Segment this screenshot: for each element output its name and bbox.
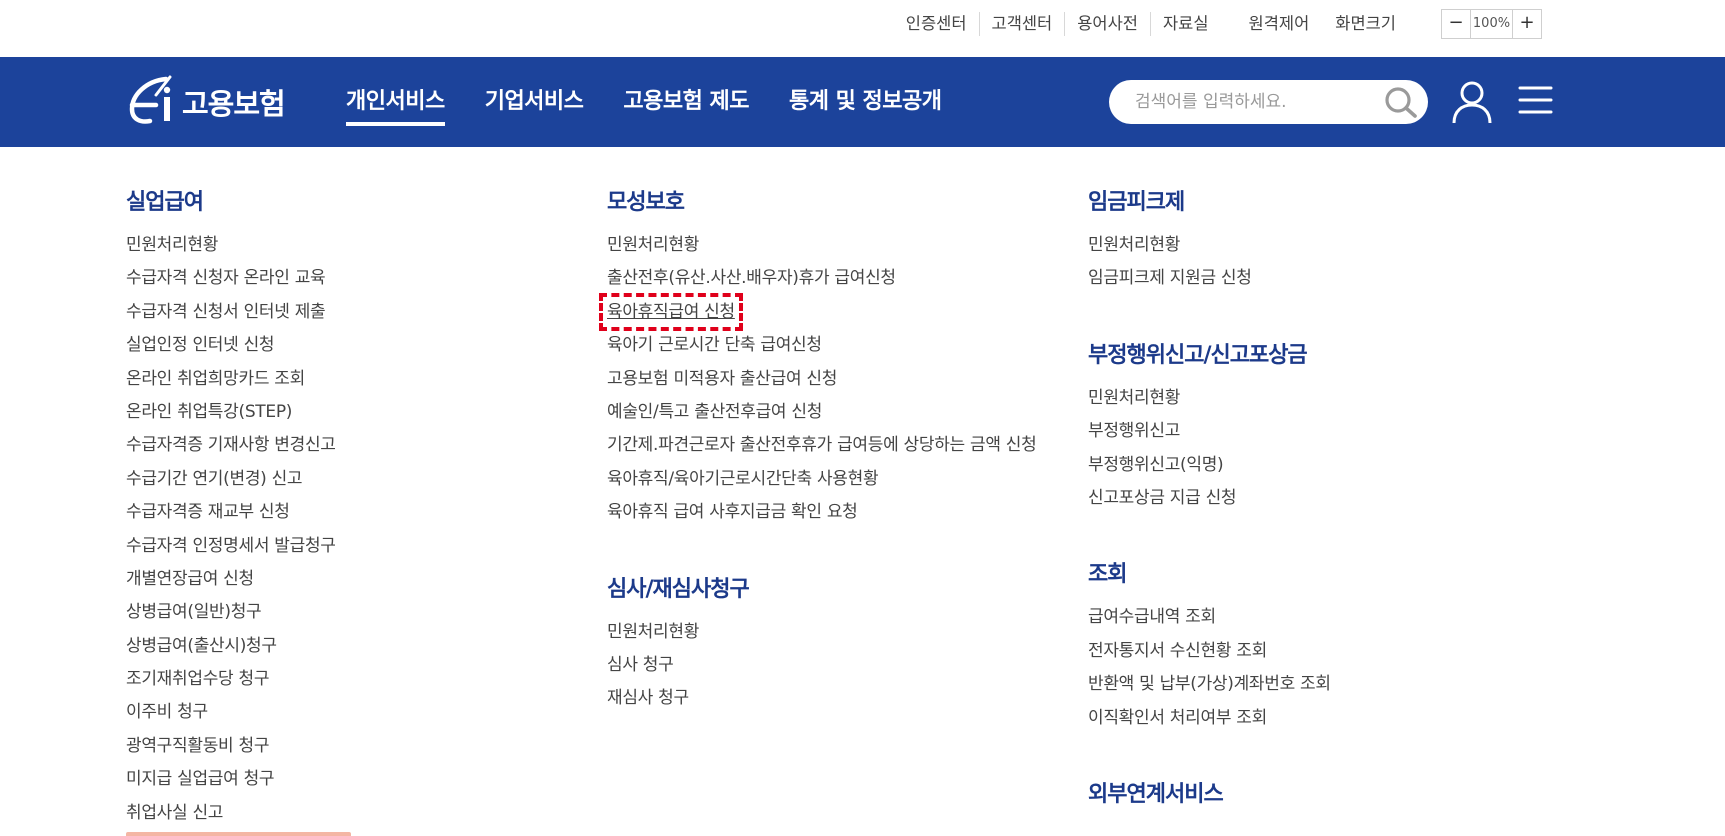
section-title[interactable]: 외부연계서비스 (1088, 777, 1331, 813)
menu-link[interactable]: 온라인 취업희망카드 조회 (126, 363, 336, 396)
logo-text: 고용보험 (182, 87, 286, 121)
menu-link[interactable]: 이직확인서 처리여부 조회 (1088, 702, 1331, 735)
menu-link[interactable]: 수급자격 신청서 인터넷 제출 (126, 296, 336, 329)
zoom-out-button[interactable]: − (1442, 10, 1470, 38)
menu-link[interactable]: 민원처리현황 (607, 616, 1036, 649)
section-fraud-report: 부정행위신고/신고포상금 민원처리현황 부정행위신고 부정행위신고(익명) 신고… (1088, 338, 1331, 516)
section-unemployment-benefits: 실업급여 민원처리현황 수급자격 신청자 온라인 교육 수급자격 신청서 인터넷… (126, 185, 336, 830)
section-maternity-protection: 모성보호 민원처리현황 출산전후(유산.사산.배우자)휴가 급여신청 육아휴직급… (599, 185, 1037, 530)
section-list: 민원처리현황 출산전후(유산.사산.배우자)휴가 급여신청 육아휴직급여 신청 … (599, 229, 1037, 530)
section-list: 민원처리현황 심사 청구 재심사 청구 (607, 616, 1036, 716)
menu-link[interactable]: 수급자격증 재교부 신청 (126, 496, 336, 529)
menu-link[interactable]: 전자통지서 수신현황 조회 (1088, 635, 1331, 668)
menu-link[interactable]: 심사 청구 (607, 649, 1036, 682)
section-list: 민원처리현황 임금피크제 지원금 신청 (1088, 229, 1331, 296)
section-title[interactable]: 실업급여 (126, 185, 336, 221)
menu-link[interactable]: 임금피크제 지원금 신청 (1088, 262, 1331, 295)
section-external-services: 외부연계서비스 (1088, 777, 1331, 813)
menu-link[interactable]: 예술인/특고 출산전후급여 신청 (607, 396, 1036, 429)
menu-link[interactable]: 출산전후(유산.사산.배우자)휴가 급여신청 (607, 262, 1036, 295)
menu-link[interactable]: 민원처리현황 (126, 229, 336, 262)
search-box (1109, 80, 1428, 124)
menu-link[interactable]: 실업인정 인터넷 신청 (126, 329, 336, 362)
menu-link[interactable]: 부정행위신고(익명) (1088, 449, 1331, 482)
util-link-remote-control[interactable]: 원격제어 (1237, 10, 1322, 38)
section-list: 민원처리현황 수급자격 신청자 온라인 교육 수급자격 신청서 인터넷 제출 실… (126, 229, 336, 830)
search-icon[interactable] (1384, 86, 1418, 118)
section-wage-peak: 임금피크제 민원처리현황 임금피크제 지원금 신청 (1088, 185, 1331, 296)
zoom-value: 100% (1470, 10, 1513, 38)
menu-link[interactable]: 개별연장급여 신청 (126, 563, 336, 596)
main-header: 고용보험 개인서비스 기업서비스 고용보험 제도 통계 및 정보공개 (0, 57, 1725, 147)
menu-link[interactable]: 광역구직활동비 청구 (126, 730, 336, 763)
menu-link[interactable]: 반환액 및 납부(가상)계좌번호 조회 (1088, 668, 1331, 701)
menu-link[interactable]: 상병급여(출산시)청구 (126, 630, 336, 663)
section-appeal-request: 심사/재심사청구 민원처리현황 심사 청구 재심사 청구 (607, 572, 1036, 716)
section-inquiry: 조회 급여수급내역 조회 전자통지서 수신현황 조회 반환액 및 납부(가상)계… (1088, 557, 1331, 735)
nav-statistics-info[interactable]: 통계 및 정보공개 (789, 57, 942, 147)
zoom-control: − 100% + (1441, 9, 1542, 39)
menu-column-3: 임금피크제 민원처리현황 임금피크제 지원금 신청 부정행위신고/신고포상금 민… (1088, 185, 1331, 821)
menu-link[interactable]: 조기재취업수당 청구 (126, 663, 336, 696)
menu-link[interactable]: 고용보험 미적용자 출산급여 신청 (607, 363, 1036, 396)
menu-column-1: 실업급여 민원처리현황 수급자격 신청자 온라인 교육 수급자격 신청서 인터넷… (126, 185, 336, 830)
menu-link[interactable]: 이주비 청구 (126, 696, 336, 729)
utility-bar: 인증센터 고객센터 용어사전 자료실 원격제어 화면크기 − 100% + (0, 0, 1725, 57)
menu-column-2: 모성보호 민원처리현황 출산전후(유산.사산.배우자)휴가 급여신청 육아휴직급… (599, 185, 1037, 716)
section-list: 급여수급내역 조회 전자통지서 수신현황 조회 반환액 및 납부(가상)계좌번호… (1088, 601, 1331, 735)
menu-link[interactable]: 신고포상금 지급 신청 (1088, 482, 1331, 515)
util-link-glossary[interactable]: 용어사전 (1065, 10, 1150, 38)
nav-business-services[interactable]: 기업서비스 (485, 57, 584, 147)
menu-link[interactable]: 온라인 취업특강(STEP) (126, 396, 336, 429)
site-logo[interactable]: 고용보험 (126, 71, 286, 133)
parental-leave-benefit-link[interactable]: 육아휴직급여 신청 (599, 292, 743, 331)
section-title[interactable]: 부정행위신고/신고포상금 (1088, 338, 1331, 374)
menu-link[interactable]: 재심사 청구 (607, 682, 1036, 715)
nav-personal-services[interactable]: 개인서비스 (346, 57, 445, 147)
menu-link[interactable]: 부정행위신고 (1088, 415, 1331, 448)
menu-link-highlighted: 육아휴직급여 신청 (599, 292, 1036, 331)
zoom-label: 화면크기 (1335, 14, 1396, 33)
menu-link[interactable]: 수급자격 인정명세서 발급청구 (126, 530, 336, 563)
section-title[interactable]: 심사/재심사청구 (607, 572, 1036, 608)
floating-banner-edge (126, 832, 351, 836)
menu-link[interactable]: 수급기간 연기(변경) 신고 (126, 463, 336, 496)
menu-link[interactable]: 육아휴직/육아기근로시간단축 사용현황 (607, 463, 1036, 496)
zoom-in-button[interactable]: + (1513, 10, 1541, 38)
utility-links: 인증센터 고객센터 용어사전 자료실 원격제어 화면크기 (894, 10, 1406, 38)
menu-link[interactable]: 상병급여(일반)청구 (126, 596, 336, 629)
search-input[interactable] (1135, 92, 1365, 112)
menu-link[interactable]: 취업사실 신고 (126, 797, 336, 830)
menu-link[interactable]: 민원처리현황 (1088, 382, 1331, 415)
user-icon[interactable] (1451, 79, 1493, 125)
menu-link[interactable]: 육아휴직 급여 사후지급금 확인 요청 (607, 496, 1036, 529)
menu-link[interactable]: 민원처리현황 (1088, 229, 1331, 262)
util-link-customer-center[interactable]: 고객센터 (980, 10, 1065, 38)
main-nav: 개인서비스 기업서비스 고용보험 제도 통계 및 정보공개 (346, 57, 982, 147)
menu-link[interactable]: 수급자격증 기재사항 변경신고 (126, 429, 336, 462)
util-link-auth-center[interactable]: 인증센터 (894, 10, 979, 38)
hamburger-menu-icon[interactable] (1518, 84, 1553, 116)
logo-mark-icon (129, 75, 172, 124)
section-title[interactable]: 모성보호 (607, 185, 1036, 221)
menu-link[interactable]: 미지급 실업급여 청구 (126, 763, 336, 796)
menu-link[interactable]: 급여수급내역 조회 (1088, 601, 1331, 634)
util-link-archive[interactable]: 자료실 (1151, 10, 1221, 38)
section-list: 민원처리현황 부정행위신고 부정행위신고(익명) 신고포상금 지급 신청 (1088, 382, 1331, 516)
nav-insurance-system[interactable]: 고용보험 제도 (623, 57, 749, 147)
menu-link[interactable]: 수급자격 신청자 온라인 교육 (126, 262, 336, 295)
menu-link[interactable]: 기간제.파견근로자 출산전후휴가 급여등에 상당하는 금액 신청 (607, 429, 1037, 462)
section-title[interactable]: 조회 (1088, 557, 1331, 593)
menu-link[interactable]: 육아기 근로시간 단축 급여신청 (607, 329, 1036, 362)
section-title[interactable]: 임금피크제 (1088, 185, 1331, 221)
menu-link[interactable]: 민원처리현황 (607, 229, 1036, 262)
